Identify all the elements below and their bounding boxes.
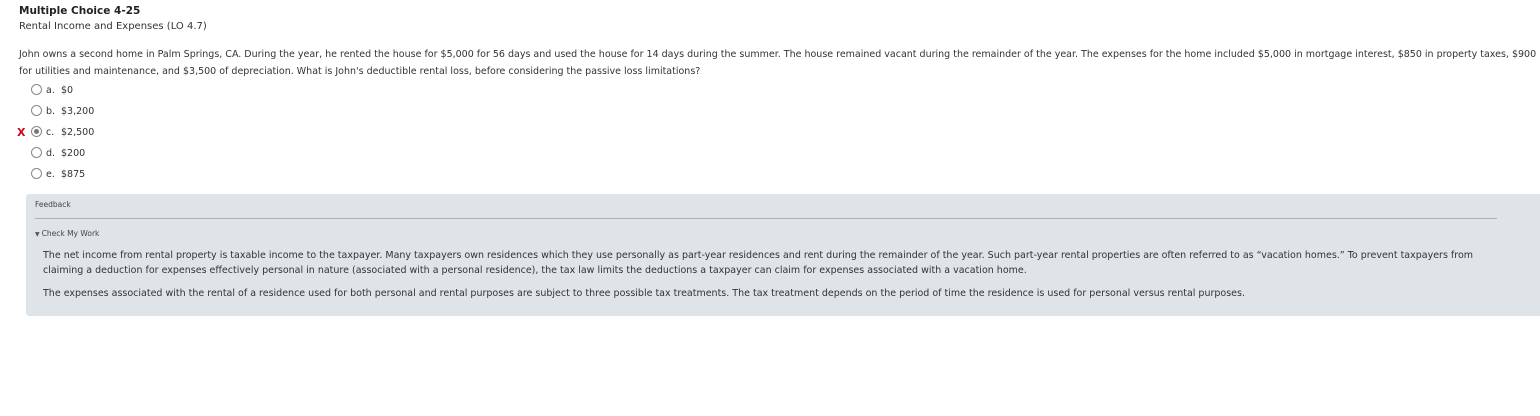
option-text: $875 — [61, 169, 86, 180]
option-text: $200 — [61, 148, 86, 159]
feedback-paragraph: The expenses associated with the rental … — [43, 288, 1245, 299]
option-letter: d. — [46, 148, 56, 159]
question-subtitle: Rental Income and Expenses (LO 4.7) — [19, 21, 207, 32]
answer-option-c[interactable]: X c. $2,500 — [0, 124, 300, 145]
answer-option-e[interactable]: e. $875 — [0, 166, 300, 187]
radio-button-c[interactable] — [31, 126, 42, 137]
question-text: John owns a second home in Palm Springs,… — [19, 49, 1537, 77]
feedback-paragraph: The net income from rental property is t… — [43, 250, 1474, 276]
check-my-work-toggle[interactable]: ▼ Check My Work — [35, 229, 99, 238]
check-my-work-label: Check My Work — [41, 229, 100, 238]
answer-option-a[interactable]: a. $0 — [0, 82, 300, 103]
option-letter: b. — [46, 106, 56, 117]
question-title: Multiple Choice 4-25 — [19, 5, 141, 17]
option-letter: a. — [46, 85, 55, 96]
incorrect-mark-icon: X — [17, 126, 26, 139]
radio-button-e[interactable] — [31, 168, 42, 179]
option-text: $0 — [61, 85, 74, 96]
feedback-divider — [35, 218, 1497, 219]
radio-button-b[interactable] — [31, 105, 42, 116]
radio-button-a[interactable] — [31, 84, 42, 95]
triangle-down-icon: ▼ — [35, 231, 40, 238]
option-text: $3,200 — [61, 106, 95, 117]
answer-options: a. $0 b. $3,200 X c. $2,500 d. $200 e. $… — [0, 82, 300, 187]
radio-button-d[interactable] — [31, 147, 42, 158]
answer-option-b[interactable]: b. $3,200 — [0, 103, 300, 124]
option-text: $2,500 — [61, 127, 95, 138]
feedback-panel: Feedback ▼ Check My Work The net income f… — [26, 194, 1540, 316]
option-letter: e. — [46, 169, 55, 180]
feedback-label: Feedback — [35, 200, 71, 209]
option-letter: c. — [46, 127, 55, 138]
answer-option-d[interactable]: d. $200 — [0, 145, 300, 166]
